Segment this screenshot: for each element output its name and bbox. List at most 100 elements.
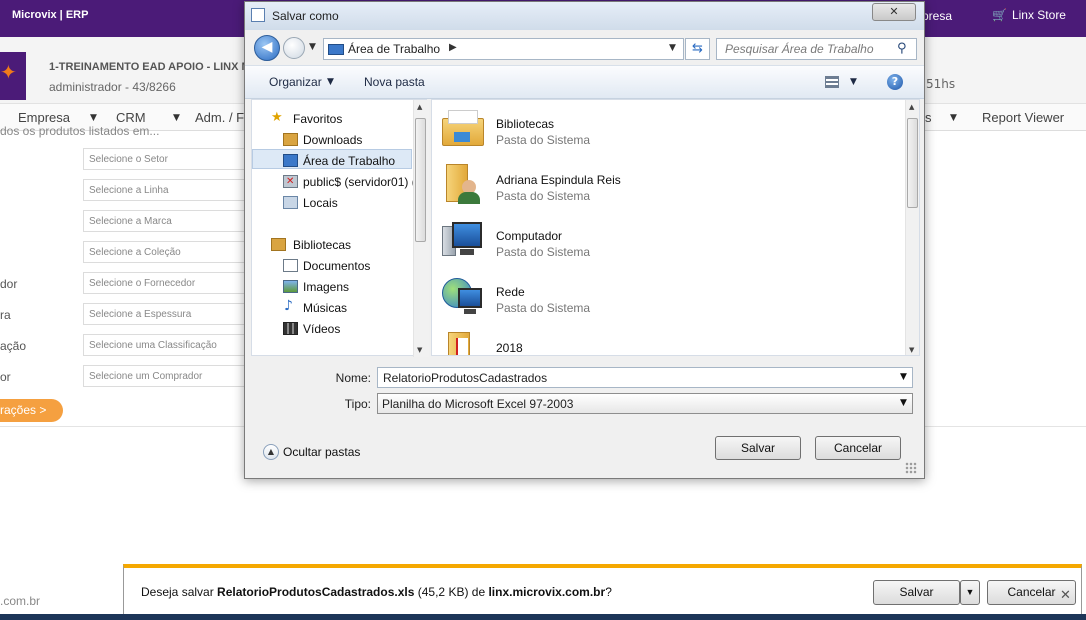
chevron-down-icon: ▼: [950, 113, 957, 123]
documents-icon: [283, 259, 298, 272]
organize-button[interactable]: Organizar: [269, 75, 322, 89]
file-type-select[interactable]: Planilha do Microsoft Excel 97-2003: [377, 393, 913, 414]
close-button[interactable]: ✕: [872, 3, 916, 21]
linha-select[interactable]: Selecione a Linha: [83, 179, 248, 201]
fornecedor-select[interactable]: Selecione o Fornecedor: [83, 272, 248, 294]
configurations-button[interactable]: rações >: [0, 399, 63, 422]
nav-desktop[interactable]: Área de Trabalho: [303, 154, 395, 168]
comprador-label: or: [0, 370, 11, 384]
chevron-down-icon[interactable]: ▼: [960, 580, 980, 605]
nav-scrollbar-thumb[interactable]: [415, 118, 426, 242]
network-icon: [440, 274, 484, 316]
file-type: Pasta do Sistema: [496, 189, 591, 203]
nav-downloads[interactable]: Downloads: [303, 133, 362, 147]
chevron-down-icon[interactable]: ▼: [850, 77, 857, 87]
new-folder-button[interactable]: Nova pasta: [364, 75, 425, 89]
file-name: Adriana Espindula Reis: [496, 173, 621, 187]
products-hint: dos os produtos listados em...: [0, 124, 160, 138]
espessura-select[interactable]: Selecione a Espessura: [83, 303, 248, 325]
scroll-down-arrow-icon[interactable]: ▼: [417, 346, 422, 354]
company-name: 1-TREINAMENTO EAD APOIO - LINX M: [49, 61, 251, 73]
search-placeholder: Pesquisar Área de Trabalho: [725, 42, 874, 56]
star-icon: ★: [271, 110, 283, 125]
footer-url: .com.br: [0, 594, 41, 608]
file-name: Bibliotecas: [496, 117, 555, 131]
taskbar: [0, 614, 1086, 620]
dialog-app-icon: [251, 8, 265, 22]
resize-grip-icon[interactable]: [905, 462, 917, 474]
nav-locais[interactable]: Locais: [303, 196, 338, 210]
libraries-icon: [271, 238, 286, 251]
file-list-scrollbar-thumb[interactable]: [907, 118, 918, 208]
close-icon[interactable]: ✕: [1060, 588, 1071, 603]
comprador-select[interactable]: Selecione um Comprador: [83, 365, 248, 387]
colecao-select[interactable]: Selecione a Coleção: [83, 241, 248, 263]
forward-arrow-icon[interactable]: [283, 37, 305, 59]
menu-crm[interactable]: CRM: [116, 110, 146, 125]
menu-partial[interactable]: s: [925, 110, 932, 125]
nav-videos[interactable]: Vídeos: [303, 322, 340, 336]
recent-places-icon: [283, 196, 298, 209]
download-suffix: ?: [605, 585, 612, 599]
nav-documents[interactable]: Documentos: [303, 259, 370, 273]
name-label: Nome:: [335, 371, 371, 385]
dialog-title: Salvar como: [272, 9, 339, 23]
file-name: Computador: [496, 229, 563, 243]
recent-locations-caret-icon[interactable]: ▼: [309, 42, 316, 52]
nav-network-share[interactable]: public$ (servidor01) (: [303, 175, 416, 189]
nav-music[interactable]: Músicas: [303, 301, 347, 315]
logo-star-icon: ✦: [0, 60, 17, 84]
videos-icon: [283, 322, 298, 335]
download-prefix: Deseja salvar: [141, 585, 218, 599]
back-arrow-icon[interactable]: ◀: [254, 35, 280, 61]
download-save-button[interactable]: Salvar: [873, 580, 960, 605]
filename-input[interactable]: RelatorioProdutosCadastrados: [377, 367, 913, 388]
marca-select[interactable]: Selecione a Marca: [83, 210, 248, 232]
file-name: 2018: [496, 341, 523, 355]
search-input[interactable]: Pesquisar Área de Trabalho ⚲: [716, 38, 917, 60]
nav-favorites[interactable]: Favoritos: [293, 112, 342, 126]
file-name: Rede: [496, 285, 525, 299]
chevron-down-icon: ▼: [90, 113, 97, 123]
chevron-down-icon[interactable]: ▼: [900, 372, 907, 382]
file-type: Pasta do Sistema: [496, 133, 591, 147]
setor-select[interactable]: Selecione o Setor: [83, 148, 248, 170]
scroll-up-arrow-icon[interactable]: ▲: [909, 103, 914, 111]
type-label: Tipo:: [344, 397, 371, 411]
command-bar: Organizar ▼ Nova pasta ▼ ?: [245, 65, 924, 99]
refresh-icon[interactable]: ⇆: [685, 38, 710, 60]
classificacao-label: ação: [0, 339, 27, 353]
hide-folders-button[interactable]: Ocultar pastas: [283, 445, 360, 459]
save-button[interactable]: Salvar: [715, 436, 801, 460]
search-icon[interactable]: ⚲: [897, 41, 907, 56]
cart-icon: 🛒: [992, 8, 1007, 22]
chevron-down-icon[interactable]: ▼: [900, 398, 907, 408]
menu-adm[interactable]: Adm. / F: [195, 110, 244, 125]
chevron-down-icon[interactable]: ▼: [327, 77, 334, 87]
scroll-down-arrow-icon[interactable]: ▼: [909, 346, 914, 354]
menu-empresa[interactable]: Empresa: [18, 110, 70, 125]
chevron-right-icon[interactable]: ▶: [449, 42, 457, 53]
address-location[interactable]: Área de Trabalho: [348, 42, 440, 56]
download-size: (45,2 KB) de: [414, 585, 489, 599]
empresa-link[interactable]: presa: [922, 9, 952, 23]
address-bar[interactable]: Área de Trabalho ▶ ▼: [323, 38, 684, 60]
brand-name: Microvix | ERP: [12, 9, 89, 21]
views-icon[interactable]: [825, 76, 839, 88]
chevron-down-icon: ▼: [173, 113, 180, 123]
dialog-titlebar[interactable]: [245, 2, 924, 30]
collapse-up-icon[interactable]: ▲: [263, 444, 279, 460]
nav-pictures[interactable]: Imagens: [303, 280, 349, 294]
help-icon[interactable]: ?: [887, 74, 903, 90]
linx-store-link[interactable]: 🛒 Linx Store: [992, 8, 1066, 22]
fornecedor-label: dor: [0, 277, 18, 291]
chevron-down-icon[interactable]: ▼: [669, 43, 676, 53]
scroll-up-arrow-icon[interactable]: ▲: [417, 103, 422, 111]
nav-libraries[interactable]: Bibliotecas: [293, 238, 351, 252]
download-site: linx.microvix.com.br: [488, 585, 606, 599]
music-note-icon: ♪: [284, 298, 293, 314]
linx-store-label: Linx Store: [1011, 8, 1066, 22]
menu-report-viewer[interactable]: Report Viewer: [982, 110, 1064, 125]
cancel-button[interactable]: Cancelar: [815, 436, 901, 460]
classificacao-select[interactable]: Selecione uma Classificação: [83, 334, 248, 356]
